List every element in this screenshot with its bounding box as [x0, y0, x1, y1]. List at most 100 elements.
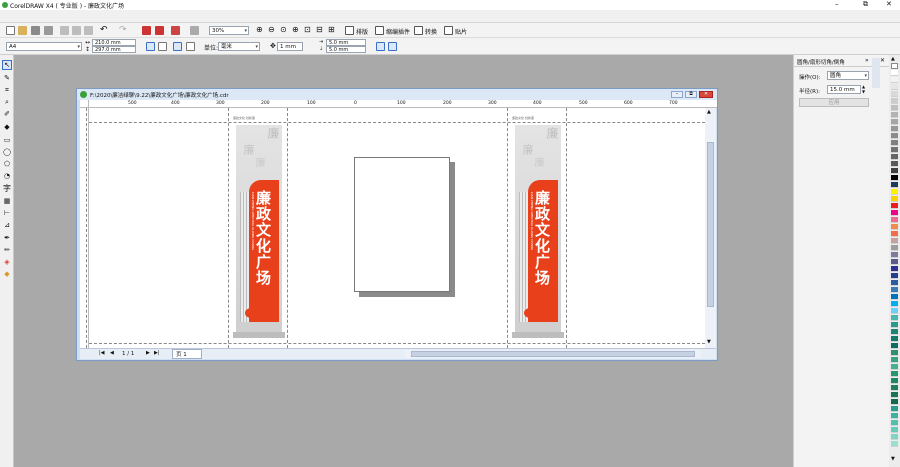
palette-swatch[interactable]	[891, 154, 898, 160]
palette-swatch[interactable]	[891, 210, 898, 216]
snap-page-icon[interactable]	[388, 42, 397, 51]
scroll-down-icon[interactable]: ▼	[707, 339, 711, 345]
horizontal-scroll-thumb[interactable]	[411, 351, 695, 357]
palette-swatch[interactable]	[891, 280, 898, 286]
palette-swatch[interactable]	[891, 364, 898, 370]
doc-restore-button[interactable]: ⧉	[685, 91, 697, 98]
palette-swatch[interactable]	[891, 224, 898, 230]
palette-swatch-none[interactable]	[891, 63, 898, 69]
palette-swatch[interactable]	[891, 119, 898, 125]
palette-swatch[interactable]	[891, 245, 898, 251]
palette-swatch[interactable]	[891, 385, 898, 391]
dimension-tool-icon[interactable]: ⊢	[2, 208, 12, 218]
typeset-button[interactable]: 排版	[356, 27, 368, 36]
convert-button[interactable]: 转换	[425, 27, 437, 36]
shrink-plugin-icon[interactable]	[375, 26, 384, 35]
copy-icon[interactable]	[72, 26, 81, 35]
smart-fill-icon[interactable]: ◆	[2, 122, 12, 132]
palette-swatch[interactable]	[891, 378, 898, 384]
palette-swatch[interactable]	[891, 112, 898, 118]
palette-swatch[interactable]	[891, 315, 898, 321]
palette-swatch[interactable]	[891, 182, 898, 188]
zoom-all-icon[interactable]: ⊕	[292, 25, 299, 34]
duplicate-y-field[interactable]: 5.0 mm	[326, 46, 366, 53]
interactive-blend-icon[interactable]: ⊿	[2, 220, 12, 230]
pick-tool-icon[interactable]: ↖	[2, 60, 12, 70]
rectangle-tool-icon[interactable]: ▭	[2, 135, 12, 145]
palette-swatch[interactable]	[891, 350, 898, 356]
current-page-icon[interactable]	[186, 42, 195, 51]
palette-swatch[interactable]	[891, 294, 898, 300]
publish-icon[interactable]	[171, 26, 180, 35]
zoom-out-icon[interactable]: ⊖	[268, 25, 275, 34]
last-page-icon[interactable]: ▶|	[154, 350, 160, 356]
ellipse-tool-icon[interactable]: ◯	[2, 147, 12, 157]
unit-select[interactable]: 毫米 ▾	[218, 42, 260, 51]
typeset-icon[interactable]	[345, 26, 354, 35]
doc-close-button[interactable]: ✕	[699, 91, 713, 98]
freehand-tool-icon[interactable]: ✐	[2, 109, 12, 119]
palette-swatch[interactable]	[891, 322, 898, 328]
palette-swatch[interactable]	[891, 399, 898, 405]
page-size-select[interactable]: A4 ▾	[6, 42, 82, 51]
palette-swatch[interactable]	[891, 175, 898, 181]
undo-icon[interactable]: ↶	[100, 25, 108, 35]
docker-close-icon[interactable]: ✕	[880, 57, 885, 64]
palette-swatch[interactable]	[891, 371, 898, 377]
zoom-tool-icon[interactable]: ⌕	[2, 97, 12, 107]
restore-button[interactable]: ⧉	[863, 0, 868, 9]
options-icon[interactable]	[190, 26, 199, 35]
palette-swatch[interactable]	[891, 91, 898, 97]
vertical-scrollbar[interactable]: ▲ ▼	[705, 108, 716, 348]
palette-scroll-up-icon[interactable]: ▲	[891, 56, 895, 62]
radius-field[interactable]: 15.0 mm	[827, 85, 861, 94]
zoom-height-icon[interactable]: ⊞	[328, 25, 335, 34]
page-height-field[interactable]: 297.0 mm	[92, 46, 136, 53]
close-button[interactable]: ✕	[886, 0, 892, 8]
first-page-icon[interactable]: |◀	[99, 350, 105, 356]
export-icon[interactable]	[155, 26, 164, 35]
palette-swatch[interactable]	[891, 329, 898, 335]
polygon-tool-icon[interactable]: ⬠	[2, 159, 12, 169]
all-pages-icon[interactable]	[173, 42, 182, 51]
palette-swatch[interactable]	[891, 231, 898, 237]
zoom-in-icon[interactable]: ⊕	[256, 25, 263, 34]
palette-swatch[interactable]	[891, 84, 898, 90]
patch-button[interactable]: 贴片	[455, 27, 467, 36]
basic-shapes-icon[interactable]: ◔	[2, 171, 12, 181]
palette-swatch[interactable]	[891, 168, 898, 174]
palette-swatch[interactable]	[891, 427, 898, 433]
interactive-fill-icon[interactable]: ◆	[2, 269, 12, 279]
palette-swatch[interactable]	[891, 140, 898, 146]
palette-swatch[interactable]	[891, 273, 898, 279]
palette-swatch[interactable]	[891, 133, 898, 139]
apply-button[interactable]: 应用	[799, 98, 869, 107]
palette-swatch[interactable]	[891, 196, 898, 202]
import-icon[interactable]	[142, 26, 151, 35]
palette-swatch[interactable]	[891, 308, 898, 314]
zoom-selected-icon[interactable]: ⊙	[280, 25, 287, 34]
scroll-up-icon[interactable]: ▲	[707, 109, 711, 115]
palette-swatch[interactable]	[891, 147, 898, 153]
landscape-icon[interactable]	[158, 42, 167, 51]
palette-swatch[interactable]	[891, 105, 898, 111]
eyedropper-tool-icon[interactable]: ✒	[2, 233, 12, 243]
palette-swatch[interactable]	[891, 357, 898, 363]
zoom-page-icon[interactable]: ⊡	[304, 25, 311, 34]
nudge-field[interactable]: 1 mm	[277, 42, 303, 51]
duplicate-x-field[interactable]: 5.0 mm	[326, 39, 366, 46]
horizontal-scrollbar[interactable]	[405, 350, 701, 358]
zoom-width-icon[interactable]: ⊟	[316, 25, 323, 34]
palette-swatch[interactable]	[891, 287, 898, 293]
palette-swatch[interactable]	[891, 406, 898, 412]
palette-swatch[interactable]	[891, 252, 898, 258]
radius-spinner-icon[interactable]: ▲ ▼	[862, 84, 865, 94]
palette-swatch[interactable]	[891, 238, 898, 244]
new-icon[interactable]	[6, 26, 15, 35]
save-icon[interactable]	[31, 26, 40, 35]
docker-collapse-icon[interactable]: »	[865, 57, 869, 64]
palette-swatch[interactable]	[891, 336, 898, 342]
shrink-plugin-button[interactable]: 缩编插件	[386, 27, 410, 36]
palette-swatch[interactable]	[891, 189, 898, 195]
cut-icon[interactable]	[60, 26, 69, 35]
